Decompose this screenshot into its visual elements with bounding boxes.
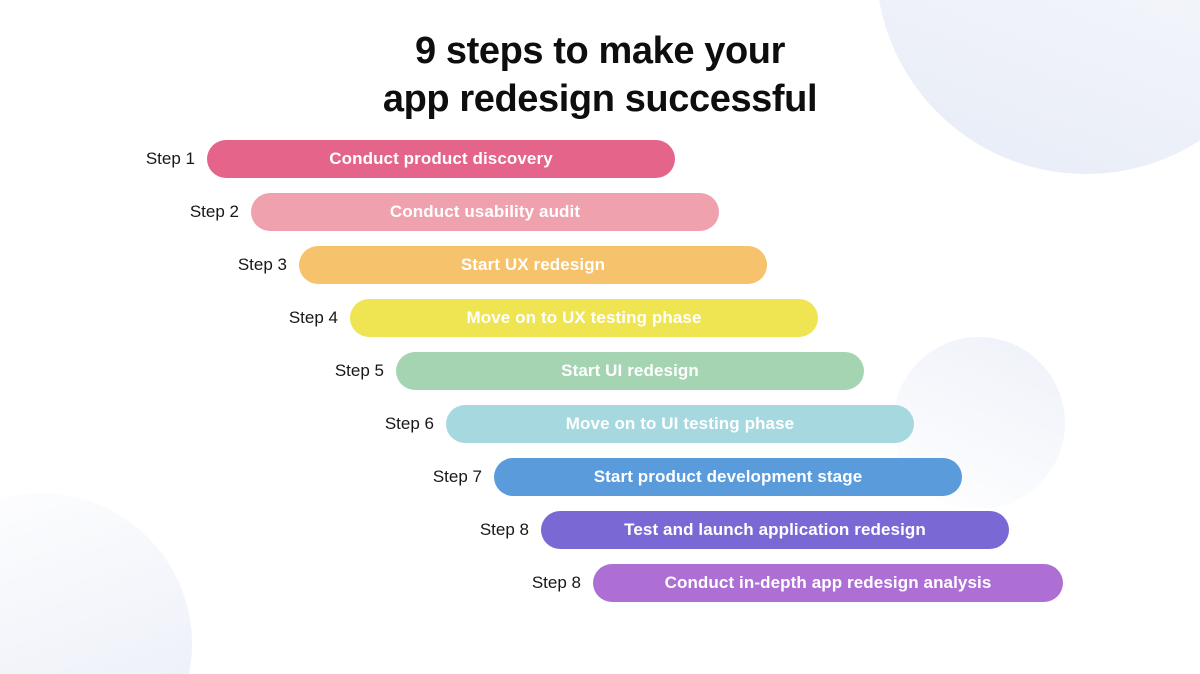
step-bar-label: Move on to UI testing phase xyxy=(565,414,795,433)
step-row: Step 8 Test and launch application redesi… xyxy=(0,511,1200,564)
step-row: Step 4 Move on to UX testing phase xyxy=(0,299,1200,352)
step-number-label: Step 2 xyxy=(189,202,239,221)
step-bar-label: Conduct in-depth app redesign analysis xyxy=(664,573,992,592)
step-bar-label: Conduct usability audit xyxy=(389,202,581,221)
step-number-label: Step 4 xyxy=(288,308,338,327)
step-number-label: Step 5 xyxy=(334,361,384,380)
steps-staircase-chart: Step 1 Conduct product discovery Step 2 Con… xyxy=(0,140,1200,617)
step-row: Step 3 Start UX redesign xyxy=(0,246,1200,299)
step-row: Step 6 Move on to UI testing phase xyxy=(0,405,1200,458)
step-row: Step 1 Conduct product discovery xyxy=(0,140,1200,193)
infographic-canvas: 9 steps to make your app redesign succes… xyxy=(0,0,1200,674)
step-bar[interactable]: Move on to UI testing phase xyxy=(446,405,914,443)
step-row: Step 2 Conduct usability audit xyxy=(0,193,1200,246)
step-number-label: Step 7 xyxy=(432,467,482,486)
step-bar[interactable]: Start UX redesign xyxy=(299,246,767,284)
step-number-label: Step 6 xyxy=(384,414,434,433)
step-bar[interactable]: Conduct usability audit xyxy=(251,193,719,231)
step-row: Step 5 Start UI redesign xyxy=(0,352,1200,405)
step-bar[interactable]: Conduct product discovery xyxy=(207,140,675,178)
step-bar-label: Start product development stage xyxy=(593,467,863,486)
step-bar[interactable]: Conduct in-depth app redesign analysis xyxy=(593,564,1063,602)
page-title: 9 steps to make your app redesign succes… xyxy=(382,30,818,121)
step-bar[interactable]: Test and launch application redesign xyxy=(541,511,1009,549)
step-bar[interactable]: Move on to UX testing phase xyxy=(350,299,818,337)
step-number-label: Step 1 xyxy=(145,149,195,168)
step-number-label: Step 8 xyxy=(531,573,581,592)
step-bar-label: Conduct product discovery xyxy=(329,149,553,168)
step-bar[interactable]: Start product development stage xyxy=(494,458,962,496)
step-bar-label: Start UI redesign xyxy=(561,361,699,380)
step-row: Step 7 Start product development stage xyxy=(0,458,1200,511)
step-row: Step 8 Conduct in-depth app redesign anal… xyxy=(0,564,1200,617)
step-bar-label: Move on to UX testing phase xyxy=(466,308,702,327)
step-bar-label: Start UX redesign xyxy=(460,255,606,274)
step-number-label: Step 3 xyxy=(237,255,287,274)
step-bar-label: Test and launch application redesign xyxy=(624,520,926,539)
step-bar[interactable]: Start UI redesign xyxy=(396,352,864,390)
step-number-label: Step 8 xyxy=(479,520,529,539)
